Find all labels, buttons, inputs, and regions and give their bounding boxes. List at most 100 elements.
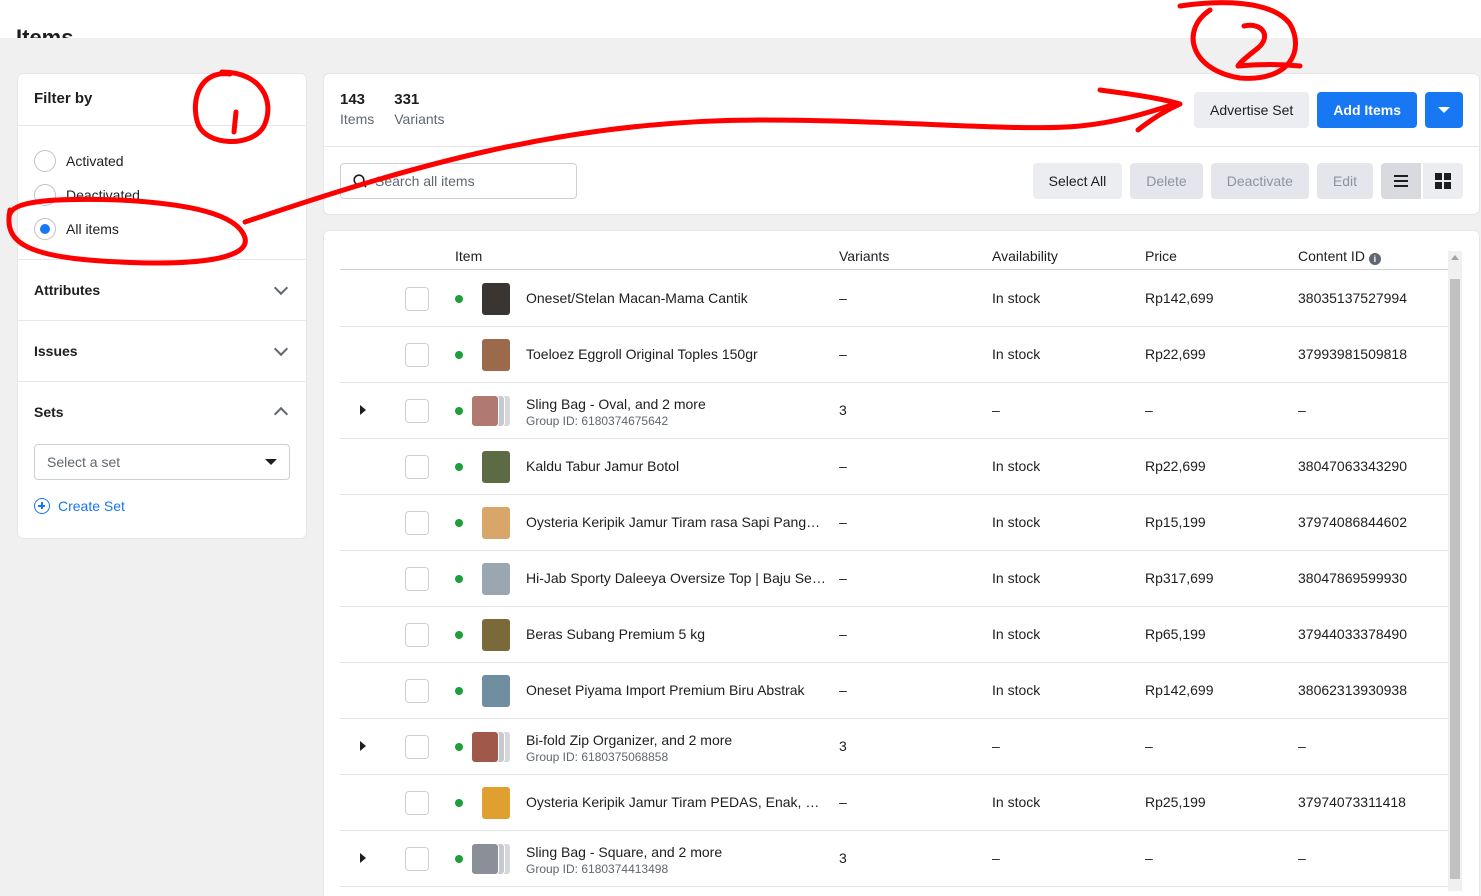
item-price: Rp22,699 [1145,346,1206,362]
edit-button[interactable]: Edit [1316,163,1373,199]
row-checkbox[interactable] [405,511,429,535]
table-row[interactable]: Toeloez Eggroll Original Toples 150gr – In… [340,327,1448,383]
expand-arrow-icon[interactable] [360,405,366,415]
filter-option-deactivated[interactable]: Deactivated [34,178,290,212]
filter-option-all-items[interactable]: All items [34,212,290,246]
item-variants: – [839,626,847,642]
item-availability: – [992,738,1000,754]
item-thumbnail [482,339,510,371]
radio-deactivated[interactable] [34,184,56,206]
table-row[interactable]: Oneset/Stelan Macan-Mama Cantik – In stock… [340,271,1448,327]
item-availability: In stock [992,290,1041,306]
content-id-label: Content ID [1298,248,1365,264]
bulk-toolbar: Select All Delete Deactivate Edit [1032,163,1463,199]
search-icon [353,174,367,188]
table-row[interactable]: Oysteria Keripik Jamur Tiram PEDAS, Enak… [340,775,1448,831]
item-content-id: 38035137527994 [1298,290,1408,306]
row-checkbox[interactable] [405,791,429,815]
row-checkbox[interactable] [405,455,429,479]
radio-all-items[interactable] [34,218,56,240]
item-variants: 3 [839,402,847,418]
table-row[interactable]: Sling Bag - Oval, and 2 more Group ID: 61… [340,383,1448,439]
item-name-text: Hi-Jab Sporty Daleeya Oversize Top | Baj… [526,570,826,586]
item-name-text: Oysteria Keripik Jamur Tiram rasa Sapi P… [526,514,826,530]
item-variants: 3 [839,738,847,754]
row-checkbox[interactable] [405,567,429,591]
header-variants[interactable]: Variants [839,248,889,264]
item-name[interactable]: Bi-fold Zip Organizer, and 2 more Group I… [526,732,826,764]
header-price[interactable]: Price [1145,248,1177,264]
item-availability: In stock [992,346,1041,362]
table-row[interactable]: Oneset Piyama Import Premium Biru Abstra… [340,663,1448,719]
search-box[interactable] [340,163,577,199]
sets-section[interactable]: Sets [18,382,306,442]
group-id: Group ID: 6180374675642 [526,414,669,428]
delete-button[interactable]: Delete [1130,163,1203,199]
scroll-thumb[interactable] [1450,279,1460,879]
active-status-dot [455,351,463,359]
table-scrollbar[interactable] [1448,251,1462,891]
radio-activated[interactable] [34,150,56,172]
create-set-link[interactable]: Create Set [34,498,290,514]
add-items-dropdown-button[interactable] [1425,92,1463,128]
table-row[interactable]: Kaldu Tabur Jamur Botol – In stock Rp22,699… [340,439,1448,495]
item-name[interactable]: Toeloez Eggroll Original Toples 150gr [526,346,826,362]
sets-label: Sets [34,404,64,420]
item-name-text: Sling Bag - Oval, and 2 more [526,396,706,412]
item-name[interactable]: Sling Bag - Oval, and 2 more Group ID: 61… [526,396,826,428]
item-name[interactable]: Oneset/Stelan Macan-Mama Cantik [526,290,826,306]
item-name[interactable]: Beras Subang Premium 5 kg [526,626,826,642]
item-name[interactable]: Oysteria Keripik Jamur Tiram rasa Sapi P… [526,514,826,530]
caret-down-icon [265,459,277,465]
advertise-set-button[interactable]: Advertise Set [1194,92,1310,128]
grid-view-button[interactable] [1423,163,1463,199]
search-input[interactable] [375,173,555,189]
header-availability[interactable]: Availability [992,248,1058,264]
item-name-text: Oneset Piyama Import Premium Biru Abstra… [526,682,805,698]
chevron-down-icon [273,280,289,296]
issues-section[interactable]: Issues [18,321,306,382]
item-name-text: Toeloez Eggroll Original Toples 150gr [526,346,758,362]
table-row[interactable]: Sling Bag - Square, and 2 more Group ID: … [340,831,1448,887]
table-row[interactable]: Hi-Jab Sporty Daleeya Oversize Top | Baj… [340,551,1448,607]
select-all-button[interactable]: Select All [1032,163,1123,199]
filter-option-activated[interactable]: Activated [34,144,290,178]
group-id: Group ID: 6180375068858 [526,750,669,764]
row-checkbox[interactable] [405,287,429,311]
item-name[interactable]: Hi-Jab Sporty Daleeya Oversize Top | Baj… [526,570,826,586]
row-checkbox[interactable] [405,679,429,703]
deactivate-button[interactable]: Deactivate [1210,163,1309,199]
scroll-up-arrow-icon[interactable] [1451,255,1459,260]
active-status-dot [455,295,463,303]
row-checkbox[interactable] [405,343,429,367]
item-name[interactable]: Sling Bag - Square, and 2 more Group ID: … [526,844,826,876]
item-name[interactable]: Kaldu Tabur Jamur Botol [526,458,826,474]
row-checkbox[interactable] [405,847,429,871]
item-name[interactable]: Oneset Piyama Import Premium Biru Abstra… [526,682,826,698]
expand-arrow-icon[interactable] [360,853,366,863]
table-row[interactable]: Bi-fold Zip Organizer, and 2 more Group I… [340,719,1448,775]
item-content-id: 37974073311418 [1298,794,1406,810]
variants-count-label: Variants [394,111,445,127]
item-name[interactable]: Oysteria Keripik Jamur Tiram PEDAS, Enak… [526,794,826,810]
row-checkbox[interactable] [405,735,429,759]
expand-arrow-icon[interactable] [360,741,366,751]
attributes-section[interactable]: Attributes [18,260,306,321]
select-set-dropdown[interactable]: Select a set [34,444,290,480]
filter-heading: Filter by [18,74,306,126]
item-name-text: Bi-fold Zip Organizer, and 2 more [526,732,733,748]
item-variants: – [839,682,847,698]
table-row[interactable]: Beras Subang Premium 5 kg – In stock Rp65,1… [340,607,1448,663]
header-item[interactable]: Item [455,248,482,264]
row-checkbox[interactable] [405,623,429,647]
item-price: Rp142,699 [1145,682,1214,698]
item-availability: In stock [992,514,1041,530]
list-view-button[interactable] [1381,163,1421,199]
view-toggle [1381,163,1463,199]
table-row[interactable]: Oysteria Keripik Jamur Tiram rasa Sapi P… [340,495,1448,551]
items-count-label: Items [340,111,375,127]
row-checkbox[interactable] [405,399,429,423]
info-icon[interactable]: i [1368,253,1381,265]
items-header-card: 143 Items 331 Variants Advertise Set Add… [323,73,1480,215]
add-items-button[interactable]: Add Items [1317,92,1417,128]
